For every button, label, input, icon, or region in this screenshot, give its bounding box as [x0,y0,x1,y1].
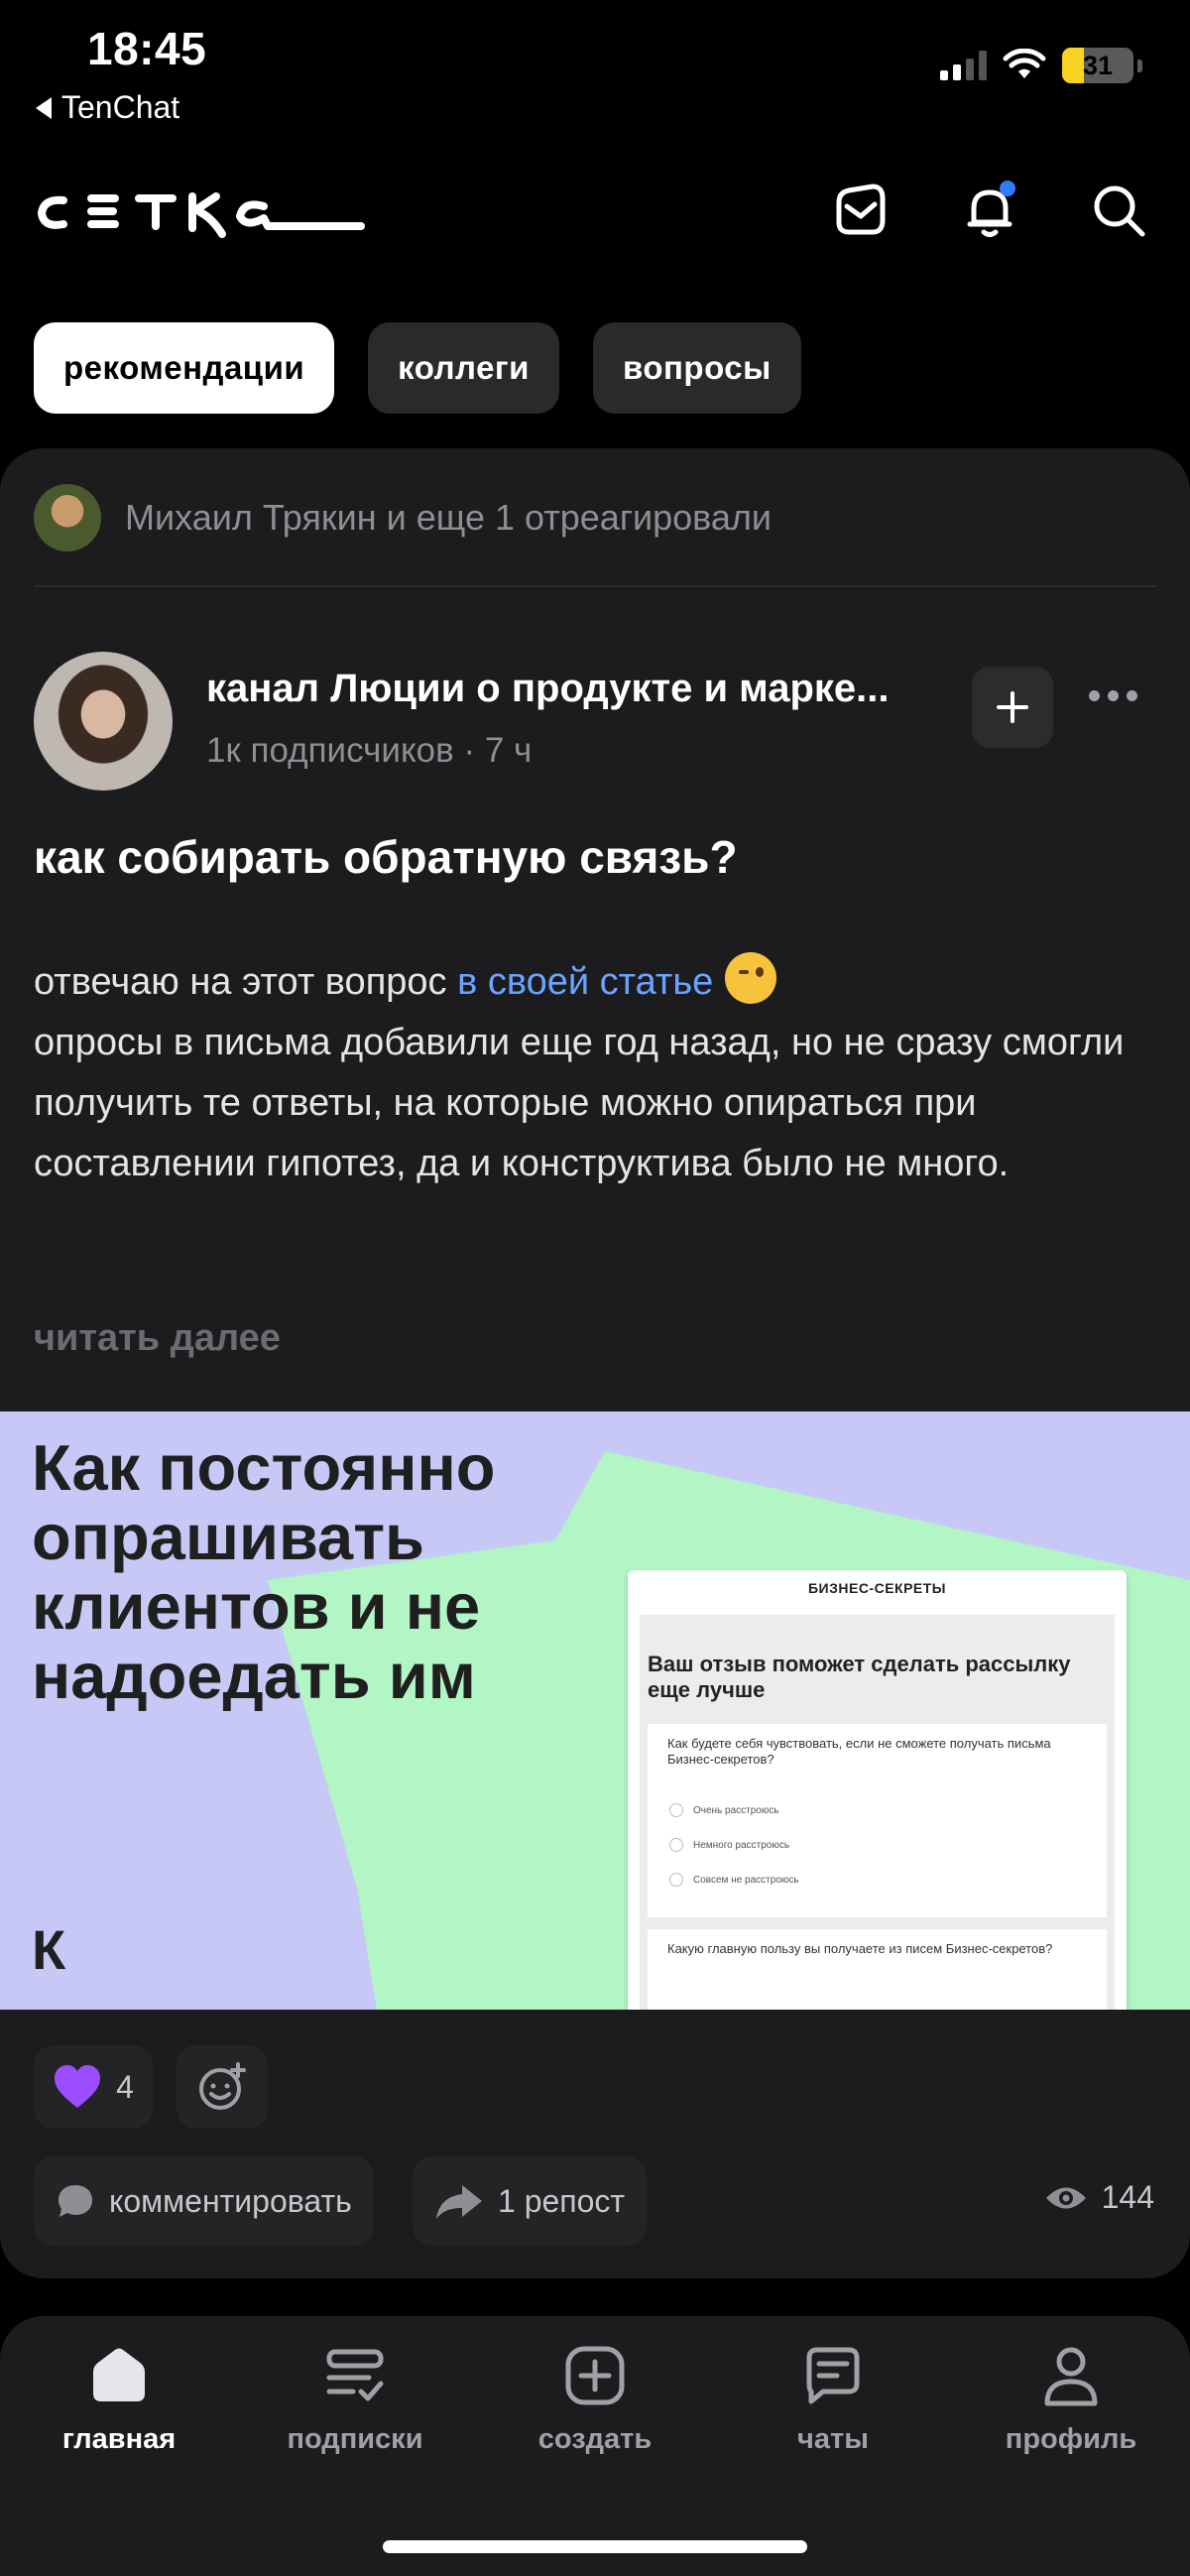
status-time: 18:45 [87,23,207,74]
post-body-intro: отвечаю на этот вопрос [34,961,458,1003]
post-body-text: опросы в письма добавили еще год назад, … [34,1022,1125,1184]
create-icon [565,2346,625,2405]
reacted-text: Михаил Трякин и еще 1 отреагировали [125,497,772,538]
profile-icon [1044,2347,1098,2406]
views-counter: 144 [1044,2179,1154,2216]
read-more-link[interactable]: читать далее [34,1317,281,1360]
views-count: 144 [1101,2179,1154,2215]
eye-icon [1045,2187,1086,2208]
author-avatar[interactable] [34,652,173,791]
follow-button[interactable] [972,667,1053,748]
survey-form-preview: БИЗНЕС-СЕКРЕТЫ Ваш отзыв поможет сделать… [628,1570,1127,2010]
heart-reaction-button[interactable]: 4 [34,2045,153,2129]
add-emoji-icon [199,2062,246,2110]
subscriptions-icon [326,2349,384,2401]
feed-tabs: рекомендации коллеги вопросы [34,322,801,414]
nav-home-label: главная [61,2423,177,2455]
home-indicator[interactable] [383,2540,807,2553]
notifications-button[interactable] [958,179,1021,242]
nav-profile-label: профиль [1005,2423,1137,2455]
back-arrow-icon [36,96,52,119]
back-to-app-link[interactable]: TenChat [36,89,179,126]
tab-questions[interactable]: вопросы [592,322,801,414]
wink-emoji-icon [725,952,777,1004]
mail-button[interactable] [829,179,892,242]
repost-label: 1 репост [498,2182,626,2219]
nav-home[interactable]: главная [20,2344,218,2456]
author-meta: 1к подписчиков · 7 ч [206,731,533,770]
search-button[interactable] [1087,179,1150,242]
cellular-signal-icon [940,51,987,80]
header-actions [829,179,1150,242]
mail-icon [836,184,886,235]
reaction-count: 4 [116,2068,134,2105]
app-logo [34,179,401,253]
article-link[interactable]: в своей статье [457,961,713,1003]
purple-heart-icon [55,2065,101,2108]
form-option: Немного расстроюсь [669,1838,789,1852]
nav-chats[interactable]: чаты [734,2344,932,2456]
reacted-row[interactable]: Михаил Трякин и еще 1 отреагировали [34,483,1156,552]
bottom-navigation: главная подписки создать чаты профиль [0,2316,1190,2576]
form-option: Очень расстроюсь [669,1803,779,1817]
plus-icon [997,691,1028,723]
nav-subscriptions-label: подписки [287,2423,423,2455]
nav-create-label: создать [537,2423,653,2455]
form-title: Ваш отзыв поможет сделать рассылку еще л… [648,1652,1071,1702]
status-indicators: 31 [940,48,1142,83]
divider [34,585,1156,587]
more-options-icon[interactable] [1089,690,1137,701]
post-body: отвечаю на этот вопрос в своей статье оп… [34,952,1164,1194]
tab-colleagues[interactable]: коллеги [368,322,559,414]
wifi-icon [1003,49,1046,78]
brand-logo: К [32,1918,66,1981]
form-question-1: Как будете себя чувствовать, если не смо… [667,1736,1051,1767]
form-option: Совсем не расстроюсь [669,1873,799,1887]
nav-create[interactable]: создать [496,2344,694,2456]
bell-icon [967,181,1015,237]
repost-button[interactable]: 1 репост [413,2156,648,2246]
setka-logo-icon [38,192,365,238]
post-card: Михаил Трякин и еще 1 отреагировали кана… [0,448,1190,2278]
comment-button[interactable]: комментировать [34,2156,374,2246]
nav-subscriptions[interactable]: подписки [256,2344,454,2456]
home-icon [93,2348,145,2401]
search-icon [1094,185,1145,237]
comment-label: комментировать [109,2182,352,2219]
form-question-2: Какую главную пользу вы получаете из пис… [667,1941,1053,1956]
chat-icon [806,2347,860,2404]
tab-recommendations[interactable]: рекомендации [34,322,335,414]
nav-chats-label: чаты [797,2423,869,2455]
author-name[interactable]: канал Люции о продукте и марке... [206,667,890,711]
battery-percent: 31 [1082,50,1114,80]
nav-profile[interactable]: профиль [972,2344,1170,2456]
post-title: как собирать обратную связь? [34,831,738,883]
article-headline: Как постоянно опрашивать клиентов и не н… [32,1431,496,1712]
form-brand: БИЗНЕС-СЕКРЕТЫ [807,1580,947,1596]
battery-icon: 31 [1062,48,1133,83]
comment-icon [59,2185,92,2217]
add-reaction-button[interactable] [177,2045,268,2129]
repost-arrow-icon [436,2185,482,2219]
reactor-avatar [34,484,101,552]
article-image[interactable]: Как постоянно опрашивать клиентов и не н… [0,1411,1190,2010]
back-app-label: TenChat [61,89,180,125]
